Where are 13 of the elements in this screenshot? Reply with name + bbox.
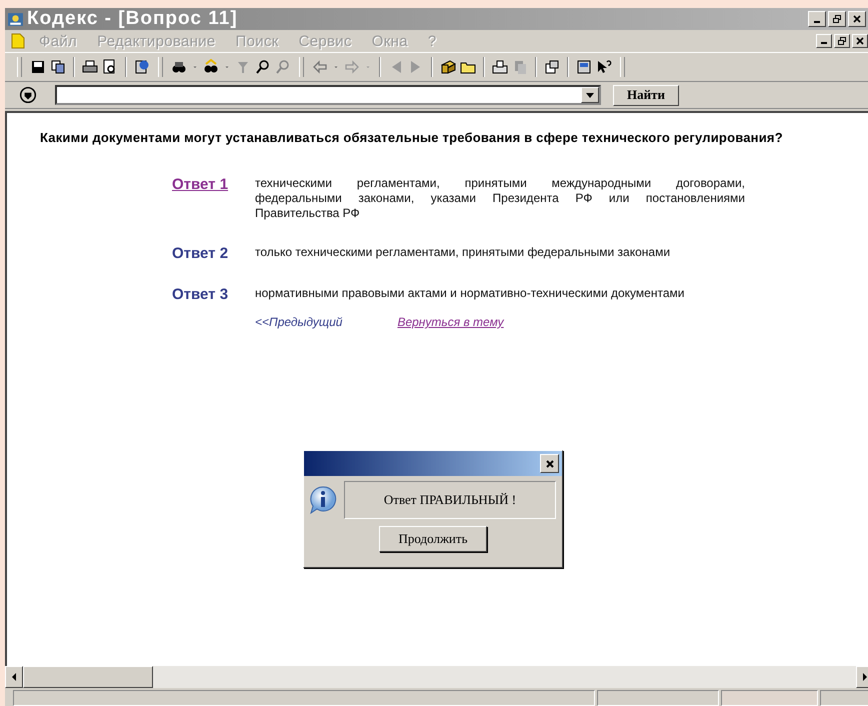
answer-text: техническими регламентами, принятыми международными договорами, федеральными законами, указами Президента РФ или постановлениями Правительства РФ <box>255 176 745 221</box>
window-title: Кодекс - [Вопрос 11] <box>27 8 239 30</box>
answer-text: только техническими регламентами, принятыми федеральными законами <box>255 245 672 261</box>
dialog-message: Ответ ПРАВИЛЬНЫЙ ! <box>344 481 556 519</box>
nav-link[interactable]: <<Предыдущий <box>255 315 342 329</box>
question-text: Какими документами могут устанавливаться обязательные требования в сфере технического регулирования? <box>40 130 784 145</box>
answer-text: нормативными правовыми актами и нормативно-техническими документами <box>255 286 686 302</box>
answer-link[interactable]: Ответ 1 <box>172 176 255 221</box>
continue-button[interactable]: Продолжить <box>379 526 487 552</box>
nav-link[interactable]: Вернуться в тему <box>397 315 504 329</box>
answer-link[interactable]: Ответ 2 <box>172 245 255 262</box>
find-button[interactable]: Найти <box>613 84 679 106</box>
answer-link[interactable]: Ответ 3 <box>172 286 255 303</box>
